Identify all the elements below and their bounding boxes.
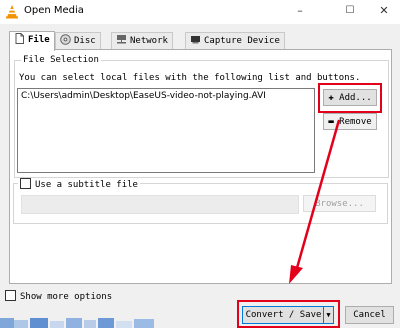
- tab-file-label: File: [28, 35, 50, 45]
- show-more-options-label: Show more options: [20, 292, 113, 302]
- show-more-options-row[interactable]: Show more options: [5, 290, 112, 302]
- file-icon: [15, 33, 24, 44]
- tab-file[interactable]: File: [9, 31, 55, 51]
- taskbar-strip: [0, 318, 160, 328]
- cancel-button[interactable]: Cancel: [345, 306, 394, 324]
- annotation-arrow: [289, 119, 341, 284]
- convert-save-highlight: [237, 300, 340, 328]
- show-more-options-checkbox[interactable]: [5, 290, 16, 301]
